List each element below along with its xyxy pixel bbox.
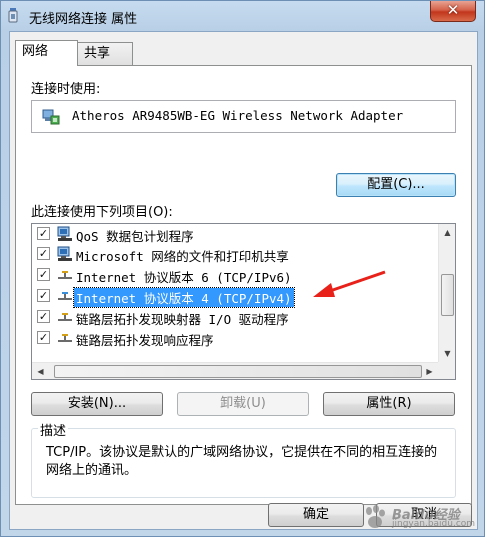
uninstall-button[interactable]: 卸载(U) (177, 392, 309, 416)
description-group: 描述 TCP/IP。该协议是默认的广域网络协议，它提供在不同的相互连接的网络上的… (31, 420, 456, 498)
item-label: 链路层拓扑发现响应程序 (76, 333, 214, 348)
list-item[interactable]: ✓ 链路层拓扑发现响应程序 (32, 328, 432, 348)
ok-button[interactable]: 确定 (268, 503, 364, 527)
horizontal-scroll-thumb[interactable] (54, 365, 422, 378)
scroll-up-icon[interactable]: ▲ (439, 224, 456, 241)
description-text: TCP/IP。该协议是默认的广域网络协议，它提供在不同的相互连接的网络上的通讯。 (46, 445, 438, 478)
item-checkbox[interactable]: ✓ (37, 331, 50, 344)
network-protocol-icon (58, 271, 72, 279)
title-bar[interactable]: 无线网络连接 属性 ✕ (1, 1, 484, 31)
item-checkbox[interactable]: ✓ (37, 289, 50, 302)
network-tab-panel: 连接时使用: Atheros AR9485WB-EG Wireless Netw… (15, 65, 472, 505)
network-client-icon (57, 226, 72, 241)
baidu-watermark: Baidu经验 jingyan.baidu.com (358, 502, 478, 532)
list-item[interactable]: ✓ 链路层拓扑发现映射器 I/O 驱动程序 (32, 307, 432, 327)
watermark-url: jingyan.baidu.com (392, 519, 476, 529)
connect-using-label: 连接时使用: (31, 82, 101, 97)
baidu-paw-icon (366, 505, 385, 528)
scroll-down-icon[interactable]: ▼ (439, 345, 456, 362)
item-label: 链路层拓扑发现映射器 I/O 驱动程序 (76, 312, 289, 327)
configure-button[interactable]: 配置(C)... (336, 173, 456, 197)
adapter-name: Atheros AR9485WB-EG Wireless Network Ada… (72, 108, 404, 123)
dialog-client-area: 网络 共享 连接时使用: Atheros AR9485WB-EG Wireles… (9, 31, 478, 530)
components-list[interactable]: ✓ QoS 数据包计划程序 ✓ Microsoft 网络的文件和打印机共享 ✓ … (31, 223, 456, 380)
item-checkbox[interactable]: ✓ (37, 227, 50, 240)
item-label: Internet 协议版本 4 (TCP/IPv4) (73, 287, 295, 308)
network-protocol-icon (58, 334, 72, 342)
network-protocol-icon (58, 313, 72, 321)
close-button[interactable]: ✕ (430, 1, 476, 22)
item-checkbox[interactable]: ✓ (37, 268, 50, 281)
item-label: QoS 数据包计划程序 (76, 229, 194, 244)
properties-window: 无线网络连接 属性 ✕ 网络 共享 连接时使用: Atheros AR9485W… (0, 0, 485, 537)
install-button[interactable]: 安装(N)... (31, 392, 163, 416)
scroll-corner (438, 362, 455, 379)
list-item[interactable]: ✓ Microsoft 网络的文件和打印机共享 (32, 244, 432, 264)
scroll-right-icon[interactable]: ▶ (421, 363, 438, 380)
tab-network[interactable]: 网络 (15, 40, 78, 66)
network-adapter-icon (42, 109, 60, 125)
horizontal-scrollbar[interactable]: ◀ ▶ (32, 362, 438, 379)
window-title: 无线网络连接 属性 (29, 12, 138, 27)
item-checkbox[interactable]: ✓ (37, 310, 50, 323)
network-protocol-icon (58, 292, 72, 300)
vertical-scrollbar[interactable]: ▲ ▼ (438, 224, 455, 362)
list-item[interactable]: ✓ QoS 数据包计划程序 (32, 224, 432, 244)
components-label: 此连接使用下列项目(O): (31, 205, 173, 220)
item-checkbox[interactable]: ✓ (37, 247, 50, 260)
description-title: 描述 (38, 420, 69, 439)
item-label: Internet 协议版本 6 (TCP/IPv6) (76, 270, 292, 285)
item-label: Microsoft 网络的文件和打印机共享 (76, 249, 289, 264)
properties-button[interactable]: 属性(R) (323, 392, 455, 416)
tab-sharing[interactable]: 共享 (77, 42, 133, 65)
adapter-field: Atheros AR9485WB-EG Wireless Network Ada… (31, 100, 456, 133)
vertical-scroll-thumb[interactable] (441, 274, 454, 316)
network-client-icon (57, 246, 72, 261)
wireless-network-icon (8, 8, 18, 23)
red-arrow-annotation-icon (313, 270, 386, 297)
scroll-left-icon[interactable]: ◀ (32, 363, 49, 380)
